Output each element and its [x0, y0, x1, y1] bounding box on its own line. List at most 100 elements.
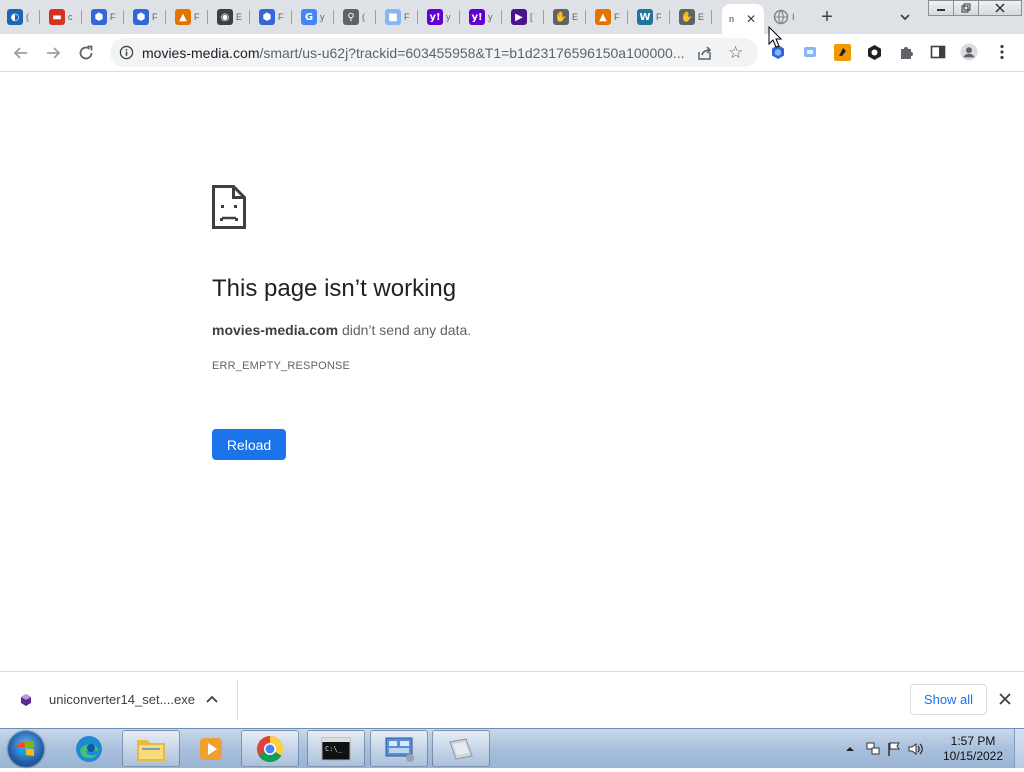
tab-separator: [123, 10, 124, 24]
tab-title: I: [792, 12, 795, 22]
tab[interactable]: ✋ E: [672, 4, 712, 30]
start-button[interactable]: [8, 731, 44, 767]
tab[interactable]: ⬢ F: [252, 4, 292, 30]
installer-file-icon: [21, 694, 31, 706]
forward-arrow-icon: [47, 47, 61, 59]
taskbar-cmd[interactable]: C:\_: [307, 730, 365, 767]
share-icon[interactable]: [696, 44, 714, 62]
reload-icon: [79, 45, 93, 60]
extension-tag-icon[interactable]: [833, 43, 851, 61]
info-icon[interactable]: [119, 45, 134, 60]
chevron-down-icon: [900, 14, 910, 21]
tab-separator: [669, 10, 670, 24]
red-dash-icon: ▬: [49, 9, 65, 25]
purple-app-icon: ▶: [511, 9, 527, 25]
tab-title: c: [68, 12, 73, 22]
tab[interactable]: ▬ c: [42, 4, 82, 30]
error-title: This page isn’t working: [212, 275, 457, 302]
edge-icon: [76, 735, 102, 762]
clock-time: 1:57 PM: [950, 734, 996, 748]
side-panel-icon[interactable]: [929, 43, 947, 61]
extension-cloud-icon[interactable]: [801, 43, 819, 61]
action-center-flag-icon[interactable]: [886, 741, 902, 757]
browser-menu-icon[interactable]: [993, 43, 1011, 61]
tab-title: y: [488, 12, 493, 22]
tab-separator: [627, 10, 628, 24]
tab[interactable]: WF: [630, 4, 670, 30]
minimize-button[interactable]: [928, 0, 954, 16]
show-desktop-button[interactable]: [1014, 729, 1024, 768]
page-content: This page isn’t working movies-media.com…: [0, 72, 1024, 671]
tab-active[interactable]: n ✕: [722, 4, 764, 34]
tab-separator: [543, 10, 544, 24]
taskbar-file-explorer[interactable]: [122, 730, 180, 767]
tab-title: F: [194, 12, 200, 22]
media-player-icon: [200, 737, 222, 760]
tab-separator: [165, 10, 166, 24]
tab-title: F: [656, 12, 662, 22]
new-tab-button[interactable]: +: [815, 5, 839, 29]
download-item[interactable]: uniconverter14_set....exe: [18, 687, 195, 711]
profile-avatar[interactable]: [960, 43, 978, 61]
reload-button[interactable]: Reload: [212, 429, 286, 460]
search-icon: ⚲: [343, 9, 359, 25]
tab-separator: [39, 10, 40, 24]
tab[interactable]: ⚲(: [336, 4, 376, 30]
show-all-downloads-button[interactable]: Show all: [910, 684, 987, 715]
tab[interactable]: y! y: [420, 4, 460, 30]
tab[interactable]: ■ F: [378, 4, 418, 30]
address-bar[interactable]: movies-media.com/smart/us-u62j?trackid=6…: [110, 38, 758, 67]
reload-toolbar-button[interactable]: [74, 41, 98, 65]
taskbar-control-panel[interactable]: [370, 730, 428, 767]
restore-button[interactable]: [953, 0, 979, 16]
chevron-up-icon[interactable]: [205, 692, 219, 706]
browser-toolbar: movies-media.com/smart/us-u62j?trackid=6…: [0, 34, 1024, 72]
svg-text:C:\_: C:\_: [325, 745, 343, 753]
tab[interactable]: ▲ F: [168, 4, 208, 30]
url-text[interactable]: movies-media.com/smart/us-u62j?trackid=6…: [142, 45, 687, 61]
tab[interactable]: y! y: [462, 4, 502, 30]
error-host: movies-media.com: [212, 322, 339, 338]
taskbar-edge[interactable]: [60, 730, 118, 767]
tab-title: (: [362, 12, 365, 22]
tab-title: [: [530, 12, 533, 22]
tab[interactable]: ✋ E: [546, 4, 586, 30]
google-icon: G: [301, 9, 317, 25]
extensions-puzzle-icon[interactable]: [897, 43, 915, 61]
tab[interactable]: ⬢ F: [84, 4, 124, 30]
taskbar-clock[interactable]: 1:57 PM 10/15/2022: [940, 734, 1006, 764]
cube-icon: ⬢: [259, 9, 275, 25]
tab-separator: [585, 10, 586, 24]
show-hidden-icons-icon[interactable]: [843, 742, 857, 756]
tab[interactable]: ⬢ F: [126, 4, 166, 30]
hand-icon: ✋: [679, 9, 695, 25]
tab[interactable]: ▲ F: [588, 4, 628, 30]
globe-icon: [773, 9, 789, 25]
tab-separator: [207, 10, 208, 24]
tab-search-button[interactable]: [894, 6, 916, 28]
tab[interactable]: Gy: [294, 4, 334, 30]
tab[interactable]: ◉ E: [210, 4, 250, 30]
cube-icon: ⬢: [91, 9, 107, 25]
network-icon[interactable]: [865, 741, 881, 757]
tab-separator: [375, 10, 376, 24]
divider: [237, 680, 238, 721]
volume-icon[interactable]: [907, 741, 925, 757]
close-tab-icon[interactable]: ✕: [746, 12, 756, 26]
colored-hat-icon: ▲: [175, 9, 191, 25]
back-button[interactable]: [9, 41, 33, 65]
tab[interactable]: ▶[: [504, 4, 544, 30]
close-window-button[interactable]: [978, 0, 1022, 16]
tab-title: F: [152, 12, 158, 22]
bookmark-star-icon[interactable]: ☆: [728, 43, 743, 63]
taskbar-generic-app[interactable]: [432, 730, 490, 767]
close-shelf-icon[interactable]: [998, 692, 1012, 706]
error-description: movies-media.com didn’t send any data.: [212, 322, 471, 338]
tab-title: F: [614, 12, 620, 22]
sad-page-icon: [212, 185, 246, 229]
extension-hexagon-icon[interactable]: [865, 43, 883, 61]
taskbar-chrome[interactable]: [241, 730, 299, 767]
forward-button[interactable]: [41, 41, 65, 65]
taskbar-media-player[interactable]: [182, 730, 240, 767]
tab[interactable]: ◐(: [0, 4, 40, 30]
